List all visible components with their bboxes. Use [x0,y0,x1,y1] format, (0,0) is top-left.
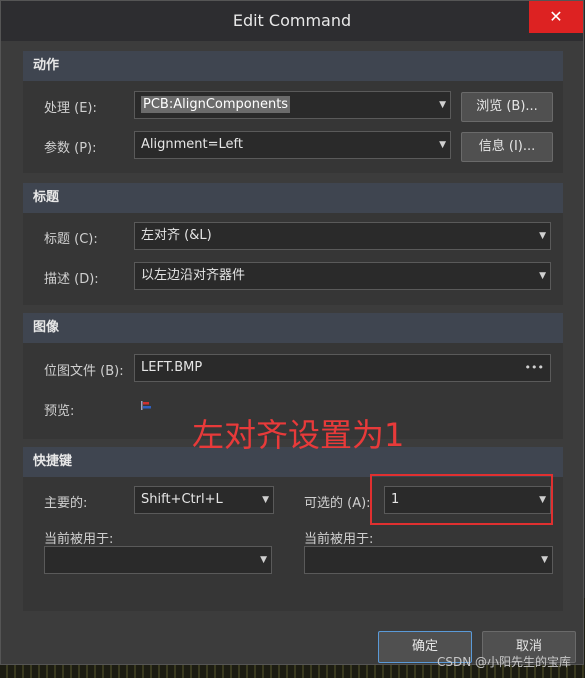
primary-label: 主要的: [44,496,88,511]
align-left-preview-icon [141,401,151,410]
chevron-down-icon: ▼ [539,271,546,281]
annotation-text: 左对齐设置为1 [192,416,405,454]
edit-command-dialog: Edit Command ✕ 动作 处理 (E): PCB:AlignCompo… [0,0,584,665]
highlight-box [370,474,553,525]
browse-button[interactable]: 浏览 (B)... [461,92,553,122]
chevron-down-icon: ▼ [439,140,446,150]
title-label: 标题 (C): [44,232,98,247]
used-by-alt-combo[interactable]: ▼ [304,546,553,574]
window-title: Edit Command [232,11,352,30]
title-value: 左对齐 (&L) [141,228,212,243]
chevron-down-icon: ▼ [262,495,269,505]
bitmap-field[interactable]: LEFT.BMP ••• [134,354,551,382]
bitmap-value: LEFT.BMP [141,360,203,375]
used-by-label-primary: 当前被用于: [44,532,114,547]
chevron-down-icon: ▼ [539,231,546,241]
params-label: 参数 (P): [44,141,97,156]
process-label: 处理 (E): [44,101,97,116]
used-by-primary-combo[interactable]: ▼ [44,546,272,574]
chevron-down-icon: ▼ [260,555,267,565]
title-bar: Edit Command ✕ [1,1,583,41]
primary-value: Shift+Ctrl+L [141,492,223,507]
alt-label: 可选的 (A): [304,496,371,511]
desc-label: 描述 (D): [44,272,99,287]
close-button[interactable]: ✕ [529,1,583,33]
params-combo[interactable]: Alignment=Left ▼ [134,131,451,159]
bitmap-label: 位图文件 (B): [44,364,124,379]
primary-combo[interactable]: Shift+Ctrl+L ▼ [134,486,274,514]
caption-header: 标题 [23,183,563,213]
title-combo[interactable]: 左对齐 (&L) ▼ [134,222,551,250]
more-icon[interactable]: ••• [525,355,544,381]
desc-combo[interactable]: 以左边沿对齐器件 ▼ [134,262,551,290]
process-combo[interactable]: PCB:AlignComponents ▼ [134,91,451,119]
chevron-down-icon: ▼ [439,100,446,110]
process-value: PCB:AlignComponents [141,96,291,113]
params-value: Alignment=Left [141,137,243,152]
desc-value: 以左边沿对齐器件 [141,268,246,283]
preview-label: 预览: [44,404,75,419]
info-button[interactable]: 信息 (I)... [461,132,553,162]
chevron-down-icon: ▼ [541,555,548,565]
image-header: 图像 [23,313,563,343]
action-header: 动作 [23,51,563,81]
watermark: CSDN @小阳先生的宝库 [436,655,571,669]
used-by-label-alt: 当前被用于: [304,532,374,547]
